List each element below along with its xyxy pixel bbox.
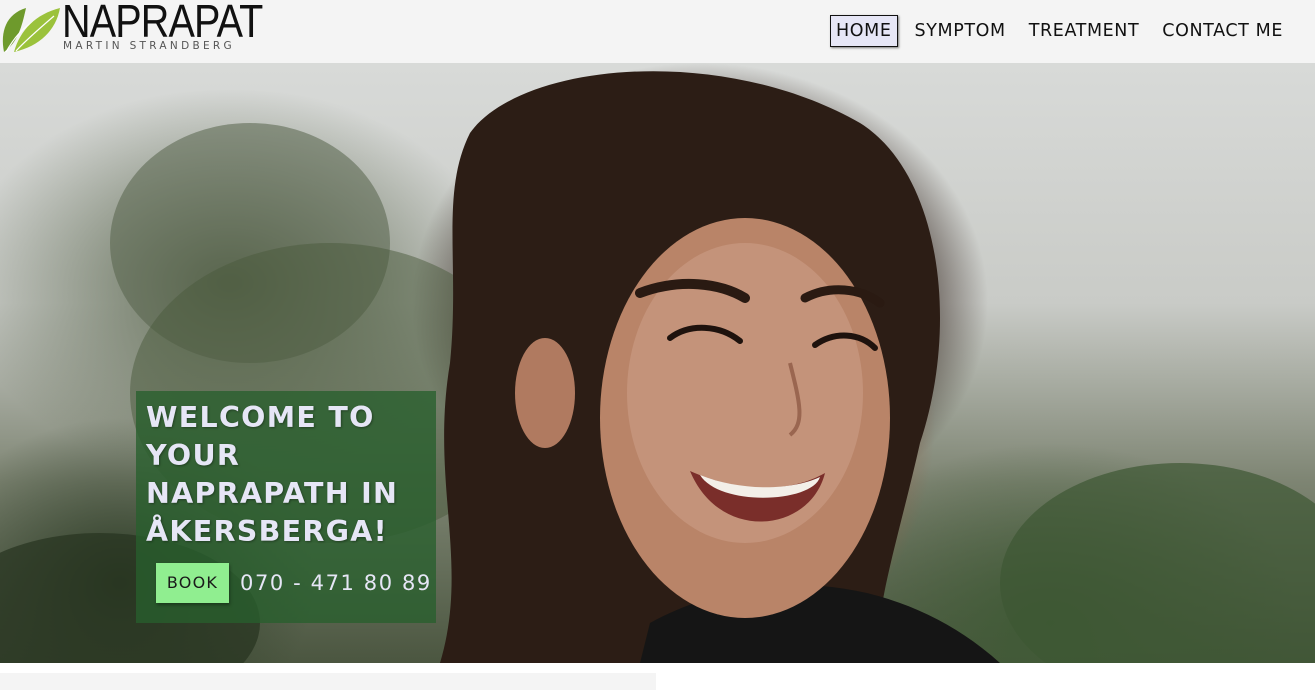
site-header: NAPRAPAT MARTIN STRANDBERG HOME SYMPTOM … xyxy=(0,0,1315,63)
nav-item-home[interactable]: HOME xyxy=(830,14,898,47)
welcome-line-3: NAPRAPATH IN xyxy=(146,477,399,510)
phone-number[interactable]: 070 - 471 80 89 xyxy=(240,571,432,595)
brand-subtitle: MARTIN STRANDBERG xyxy=(63,40,235,52)
nav-item-treatment[interactable]: TREATMENT xyxy=(1023,15,1146,47)
hero-banner: WELCOME TO YOUR NAPRAPATH IN ÅKERSBERGA!… xyxy=(0,63,1315,663)
welcome-line-4: ÅKERSBERGA! xyxy=(146,515,388,548)
brand-title: NAPRAPAT xyxy=(62,0,263,47)
welcome-line-1: WELCOME TO xyxy=(146,401,375,434)
nav-item-symptom[interactable]: SYMPTOM xyxy=(909,15,1012,47)
leaf-logo-icon xyxy=(2,8,60,53)
content-section-top xyxy=(0,673,656,690)
cta-row: BOOK 070 - 471 80 89 xyxy=(156,563,432,603)
nav-item-contact-me[interactable]: CONTACT ME xyxy=(1156,15,1289,47)
book-button[interactable]: BOOK xyxy=(156,563,229,603)
brand-logo[interactable]: NAPRAPAT MARTIN STRANDBERG xyxy=(0,0,280,56)
main-nav: HOME SYMPTOM TREATMENT CONTACT ME xyxy=(819,14,1289,47)
welcome-line-2: YOUR xyxy=(146,439,241,472)
welcome-panel: WELCOME TO YOUR NAPRAPATH IN ÅKERSBERGA!… xyxy=(136,391,436,623)
welcome-heading: WELCOME TO YOUR NAPRAPATH IN ÅKERSBERGA! xyxy=(146,399,426,551)
